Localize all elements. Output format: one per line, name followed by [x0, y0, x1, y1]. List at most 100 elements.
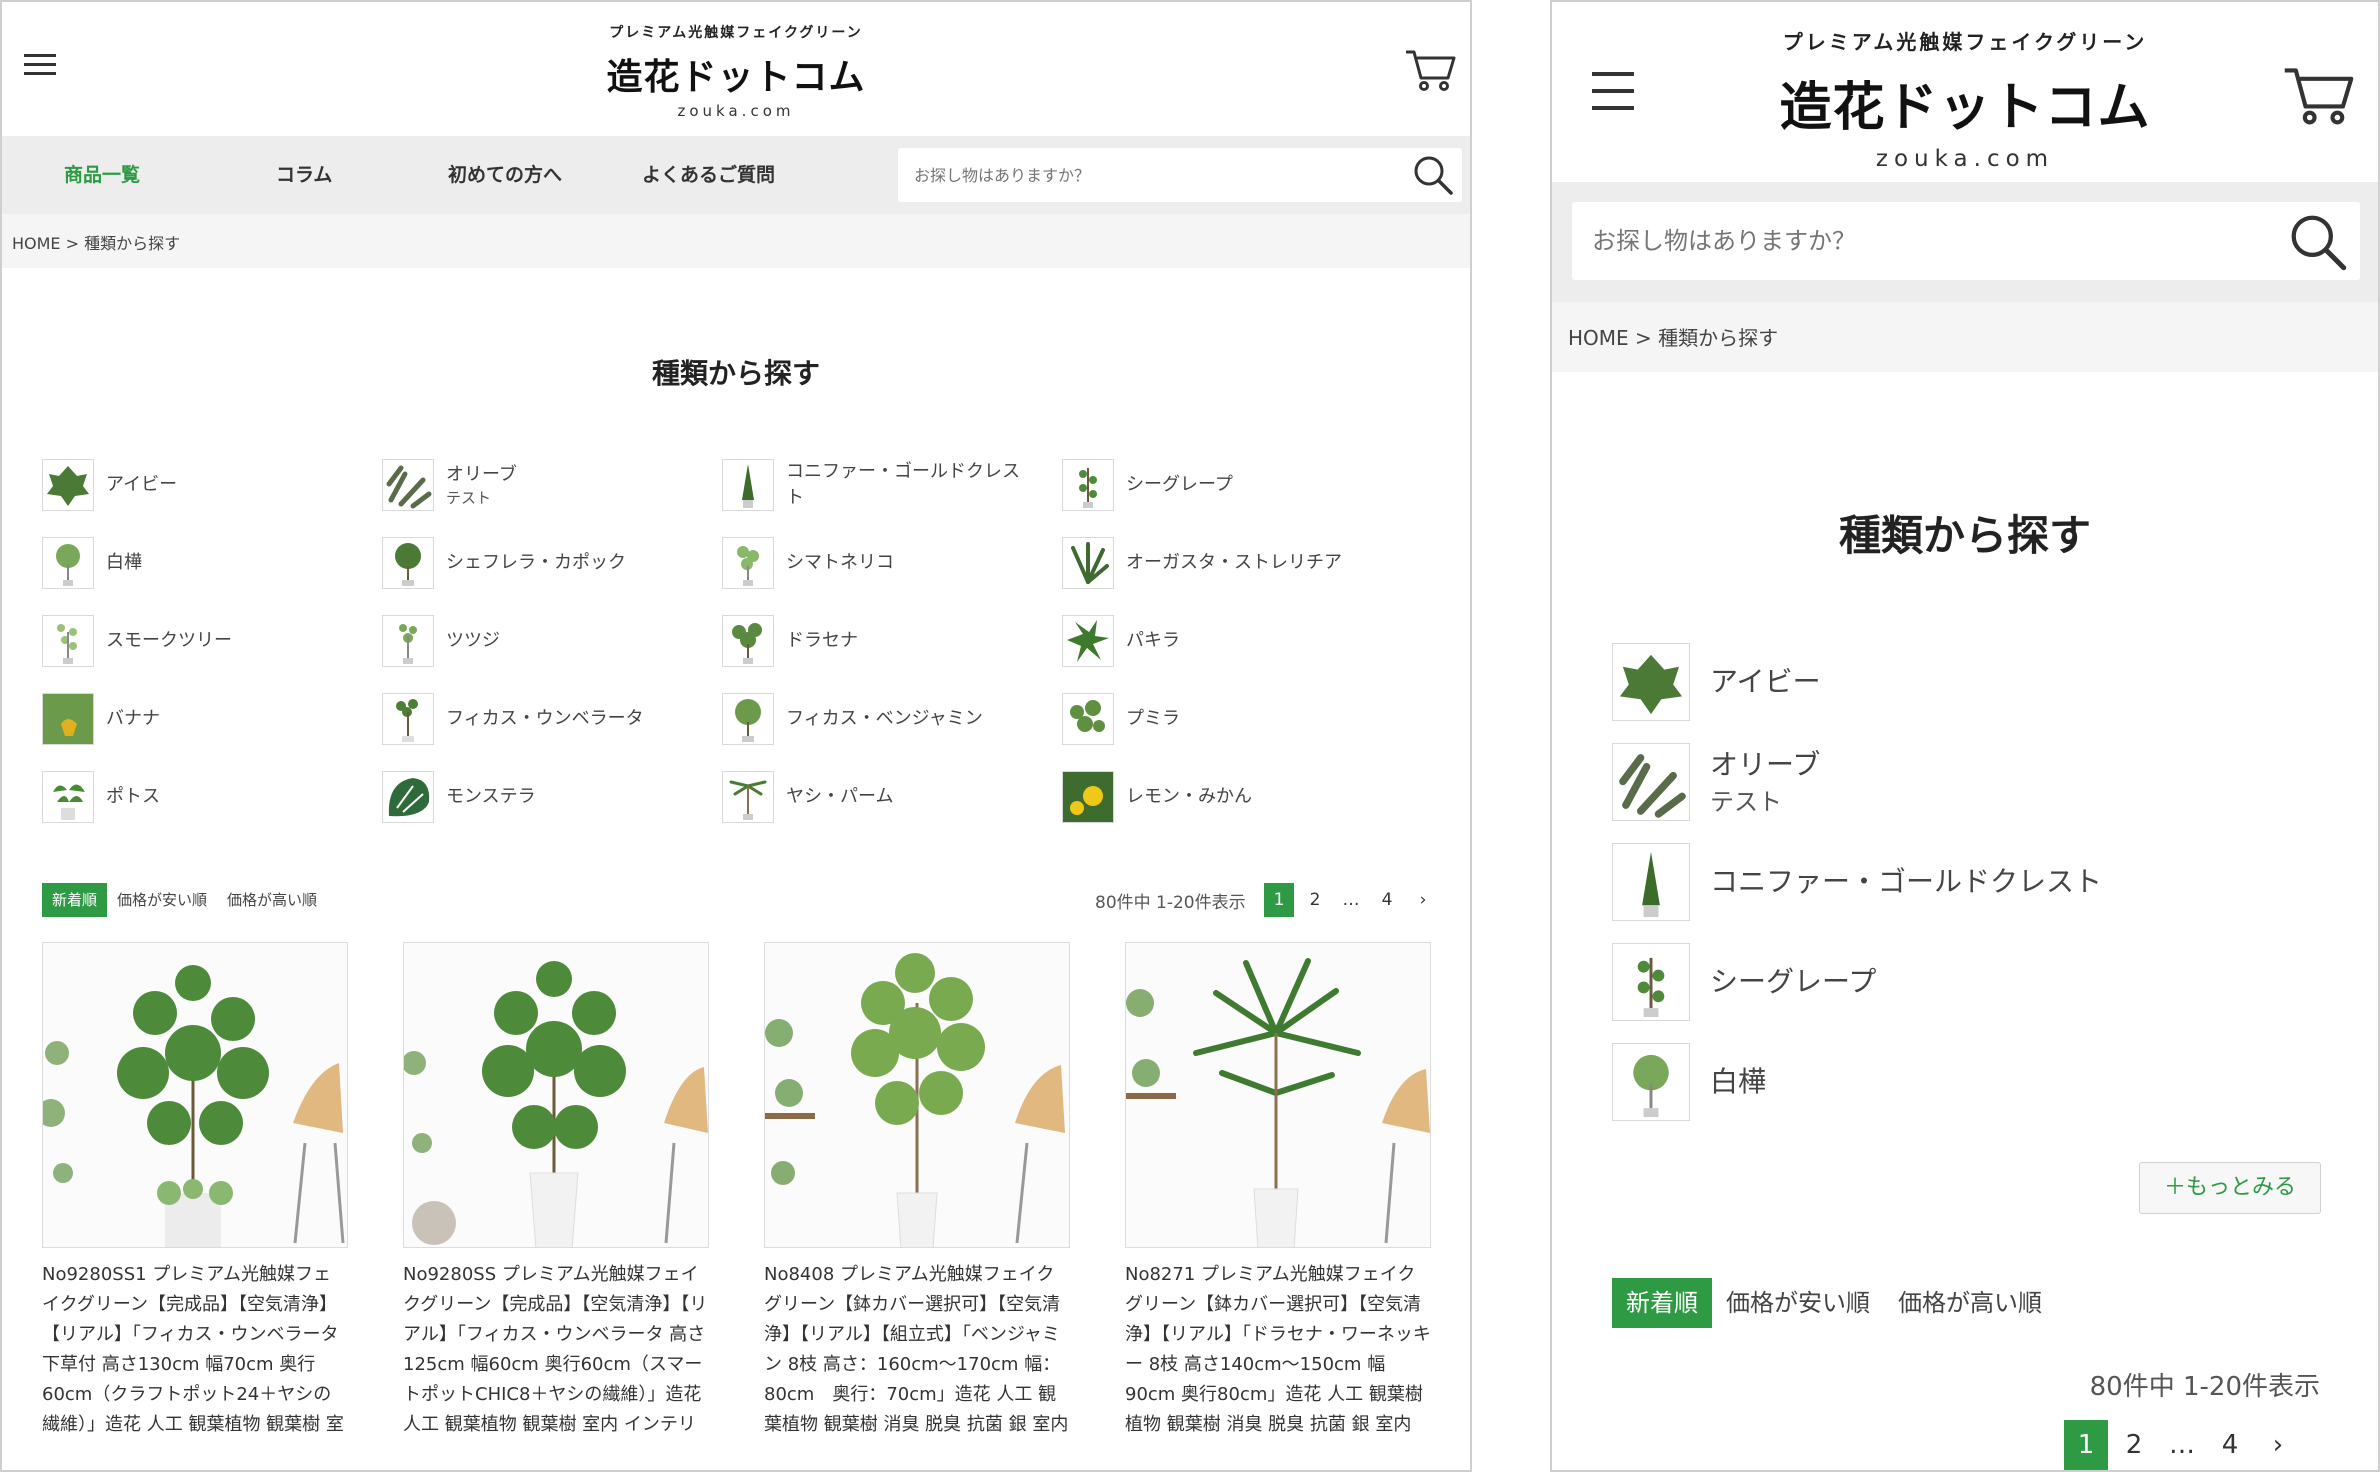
category-item[interactable]: シーグレープ [1062, 457, 1392, 513]
breadcrumb-bar: HOME > 種類から探す [1552, 302, 2378, 372]
category-item[interactable]: 白樺 [1612, 1042, 2312, 1122]
category-label: オーガスタ・ストレリチア [1126, 552, 1342, 573]
page-next-button[interactable]: › [1408, 883, 1438, 917]
logo-name: 造花ドットコム [1779, 78, 2151, 138]
search-bar [1552, 182, 2378, 302]
page-4[interactable]: 4 [2208, 1420, 2252, 1470]
category-thumbnail [722, 537, 774, 589]
category-label: プミラ [1126, 708, 1180, 729]
show-more-button[interactable]: ＋もっとみる [2139, 1162, 2321, 1214]
page-1[interactable]: 1 [2064, 1420, 2108, 1470]
product-card[interactable]: No9280SS1 プレミアム光触媒フェイクグリーン【完成品】【空気清浄】【リア… [42, 942, 348, 1440]
cart-button[interactable] [1404, 46, 1456, 92]
category-item[interactable]: 白樺 [42, 535, 372, 591]
category-item[interactable]: アイビー [42, 457, 372, 513]
product-image[interactable] [403, 942, 709, 1248]
nav-item-column[interactable]: コラム [276, 136, 332, 214]
sort-price-low[interactable]: 価格が安い順 [1712, 1278, 1884, 1328]
logo-tagline: プレミアム光触媒フェイクグリーン [609, 25, 863, 41]
product-image[interactable] [764, 942, 1070, 1248]
page-next-button[interactable]: › [2256, 1420, 2300, 1470]
product-image[interactable] [1125, 942, 1431, 1248]
category-item[interactable]: コニファー・ゴールドクレスト [1612, 842, 2312, 922]
category-item[interactable]: パキラ [1062, 613, 1392, 669]
category-label: レモン・みかん [1126, 786, 1252, 807]
category-item[interactable]: オリーブ テスト [1612, 742, 2312, 822]
product-title[interactable]: No9280SS プレミアム光触媒フェイクグリーン【完成品】【空気清浄】【リアル… [403, 1260, 709, 1440]
category-item[interactable]: フィカス・ベンジャミン [722, 691, 1052, 747]
page-2[interactable]: 2 [1300, 883, 1330, 917]
nav-item-products[interactable]: 商品一覧 [64, 136, 140, 214]
category-thumbnail [42, 693, 94, 745]
category-thumbnail [382, 537, 434, 589]
category-item[interactable]: モンステラ [382, 769, 712, 825]
category-thumbnail [1612, 1043, 1690, 1121]
page-1[interactable]: 1 [1264, 883, 1294, 917]
category-item[interactable]: フィカス・ウンベラータ [382, 691, 712, 747]
page-title: 種類から探す [651, 357, 820, 390]
category-item[interactable]: シマトネリコ [722, 535, 1052, 591]
product-card[interactable]: No9280SS プレミアム光触媒フェイクグリーン【完成品】【空気清浄】【リアル… [403, 942, 709, 1440]
site-logo[interactable]: プレミアム光触媒フェイクグリーン 造花ドットコム zouka.com [1552, 26, 2378, 172]
sort-newest[interactable]: 新着順 [42, 883, 108, 917]
sort-price-low[interactable]: 価格が安い順 [107, 883, 217, 917]
category-item[interactable]: バナナ [42, 691, 372, 747]
category-item[interactable]: ツツジ [382, 613, 712, 669]
cart-button[interactable] [2282, 62, 2354, 126]
category-label: パキラ [1126, 630, 1180, 651]
product-title[interactable]: No8271 プレミアム光触媒フェイクグリーン【鉢カバー選択可】【空気清浄】【リ… [1125, 1260, 1431, 1440]
breadcrumb[interactable]: HOME > 種類から探す [1568, 322, 1778, 351]
category-item[interactable]: オーガスタ・ストレリチア [1062, 535, 1392, 591]
category-item[interactable]: スモークツリー [42, 613, 372, 669]
category-item[interactable]: アイビー [1612, 642, 2312, 722]
page-2[interactable]: 2 [2112, 1420, 2156, 1470]
category-label: 白樺 [106, 552, 142, 573]
nav-item-faq[interactable]: よくあるご質問 [642, 136, 775, 214]
search-icon[interactable] [1412, 154, 1454, 196]
category-item[interactable]: コニファー・ゴールドクレスト [722, 457, 1052, 513]
site-logo[interactable]: プレミアム光触媒フェイクグリーン 造花ドットコム zouka.com [2, 22, 1470, 120]
desktop-view: プレミアム光触媒フェイクグリーン 造花ドットコム zouka.com 商品一覧 … [0, 0, 1472, 1472]
category-item[interactable]: シーグレープ [1612, 942, 2312, 1022]
product-card[interactable]: No8271 プレミアム光触媒フェイクグリーン【鉢カバー選択可】【空気清浄】【リ… [1125, 942, 1431, 1440]
sort-options: 新着順 価格が安い順 価格が高い順 [1612, 1278, 2056, 1328]
cart-icon [2284, 68, 2354, 125]
category-item[interactable]: ヤシ・パーム [722, 769, 1052, 825]
category-item[interactable]: プミラ [1062, 691, 1392, 747]
product-image[interactable] [42, 942, 348, 1248]
pagination: 1 2 … 4 › [2064, 1420, 2304, 1470]
page-ellipsis: … [2169, 1430, 2195, 1460]
product-card[interactable]: No8408 プレミアム光触媒フェイクグリーン【鉢カバー選択可】【空気清浄】【リ… [764, 942, 1070, 1440]
page-4[interactable]: 4 [1372, 883, 1402, 917]
site-header: プレミアム光触媒フェイクグリーン 造花ドットコム zouka.com [2, 2, 1470, 136]
sort-options: 新着順 価格が安い順 価格が高い順 [42, 883, 327, 917]
search-input[interactable] [1572, 202, 2272, 280]
breadcrumb[interactable]: HOME > 種類から探す [12, 230, 180, 254]
product-title[interactable]: No8408 プレミアム光触媒フェイクグリーン【鉢カバー選択可】【空気清浄】【リ… [764, 1260, 1070, 1440]
category-label: ツツジ [446, 630, 500, 651]
search-box [898, 148, 1462, 202]
search-icon[interactable] [2288, 212, 2348, 272]
category-item[interactable]: ポトス [42, 769, 372, 825]
category-item[interactable]: オリーブ テスト [382, 457, 712, 513]
nav-item-first-time[interactable]: 初めての方へ [448, 136, 562, 214]
category-item[interactable]: ドラセナ [722, 613, 1052, 669]
category-label: フィカス・ベンジャミン [786, 708, 983, 729]
search-input[interactable] [898, 148, 1398, 202]
sort-newest[interactable]: 新着順 [1612, 1278, 1712, 1328]
sort-price-high[interactable]: 価格が高い順 [1884, 1278, 2056, 1328]
category-label: スモークツリー [106, 630, 232, 651]
sort-price-high[interactable]: 価格が高い順 [217, 883, 327, 917]
category-item[interactable]: レモン・みかん [1062, 769, 1392, 825]
category-thumbnail [1062, 771, 1114, 823]
category-thumbnail [42, 771, 94, 823]
category-item[interactable]: シェフレラ・カポック [382, 535, 712, 591]
category-thumbnail [722, 771, 774, 823]
mobile-view: プレミアム光触媒フェイクグリーン 造花ドットコム zouka.com HOME … [1550, 0, 2380, 1472]
category-thumbnail [1612, 843, 1690, 921]
category-thumbnail [382, 771, 434, 823]
category-label: コニファー・ゴールドクレスト [1710, 865, 2103, 898]
product-title[interactable]: No9280SS1 プレミアム光触媒フェイクグリーン【完成品】【空気清浄】【リア… [42, 1260, 348, 1440]
category-sublabel: テスト [1710, 788, 1782, 816]
category-label: コニファー・ゴールドクレスト [786, 461, 1020, 508]
